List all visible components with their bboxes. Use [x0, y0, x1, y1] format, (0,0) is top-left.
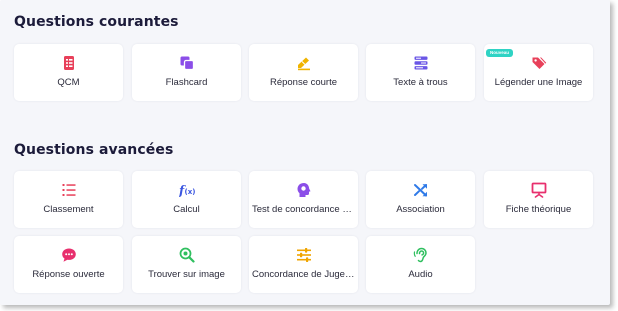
card-label: Classement [43, 204, 94, 215]
svg-text:(x): (x) [184, 188, 195, 196]
head-icon [297, 183, 310, 197]
card-label: Test de concordance de s... [252, 204, 355, 215]
card-fiche-theorique[interactable]: Fiche théorique [484, 171, 593, 228]
cards-icon [180, 56, 194, 71]
card-label: Association [396, 204, 445, 215]
question-type-panel: Questions courantes QCM Flashcard Répons… [0, 0, 610, 305]
card-label: Calcul [173, 204, 200, 215]
presentation-icon [531, 182, 546, 198]
speech-bubble-icon [61, 248, 76, 262]
sliders-icon [296, 248, 311, 262]
card-audio[interactable]: Audio [366, 236, 475, 293]
card-label: Audio [408, 269, 433, 280]
function-icon: f (x) [179, 184, 195, 198]
card-reponse-courte[interactable]: Réponse courte [249, 44, 358, 101]
card-label: Réponse courte [269, 77, 338, 88]
card-trouver-sur-image[interactable]: Trouver sur image [132, 236, 241, 293]
list-doc-icon [63, 56, 74, 70]
new-badge: Nouveau [486, 49, 514, 57]
card-concordance-de-jugement[interactable]: Concordance de Jugement [249, 236, 358, 293]
card-label: Légender une Image [494, 77, 583, 88]
card-reponse-ouverte[interactable]: Réponse ouverte [14, 236, 123, 293]
magnifier-icon [179, 247, 195, 263]
tags-icon [532, 57, 546, 69]
card-label: Texte à trous [393, 77, 448, 88]
ear-icon [413, 247, 427, 263]
section-title-advanced: Questions avancées [14, 142, 174, 158]
card-label: Flashcard [165, 77, 208, 88]
card-label: Concordance de Jugement [252, 269, 355, 280]
card-qcm[interactable]: QCM [14, 44, 123, 101]
card-label: Trouver sur image [148, 269, 225, 280]
card-label: Réponse ouverte [32, 269, 105, 280]
ordered-list-icon [62, 184, 75, 196]
card-label: Fiche théorique [505, 204, 572, 215]
fields-icon [414, 56, 427, 70]
card-legender-une-image[interactable]: Nouveau Légender une Image [484, 44, 593, 101]
card-label: QCM [57, 77, 80, 88]
pencil-icon [297, 57, 310, 71]
section-title-common: Questions courantes [14, 14, 179, 30]
card-calcul[interactable]: f (x) Calcul [132, 171, 241, 228]
shuffle-icon [413, 184, 427, 197]
card-flashcard[interactable]: Flashcard [132, 44, 241, 101]
card-classement[interactable]: Classement [14, 171, 123, 228]
card-texte-a-trous[interactable]: Texte à trous [366, 44, 475, 101]
card-association[interactable]: Association [366, 171, 475, 228]
card-test-de-concordance[interactable]: Test de concordance de s... [249, 171, 358, 228]
